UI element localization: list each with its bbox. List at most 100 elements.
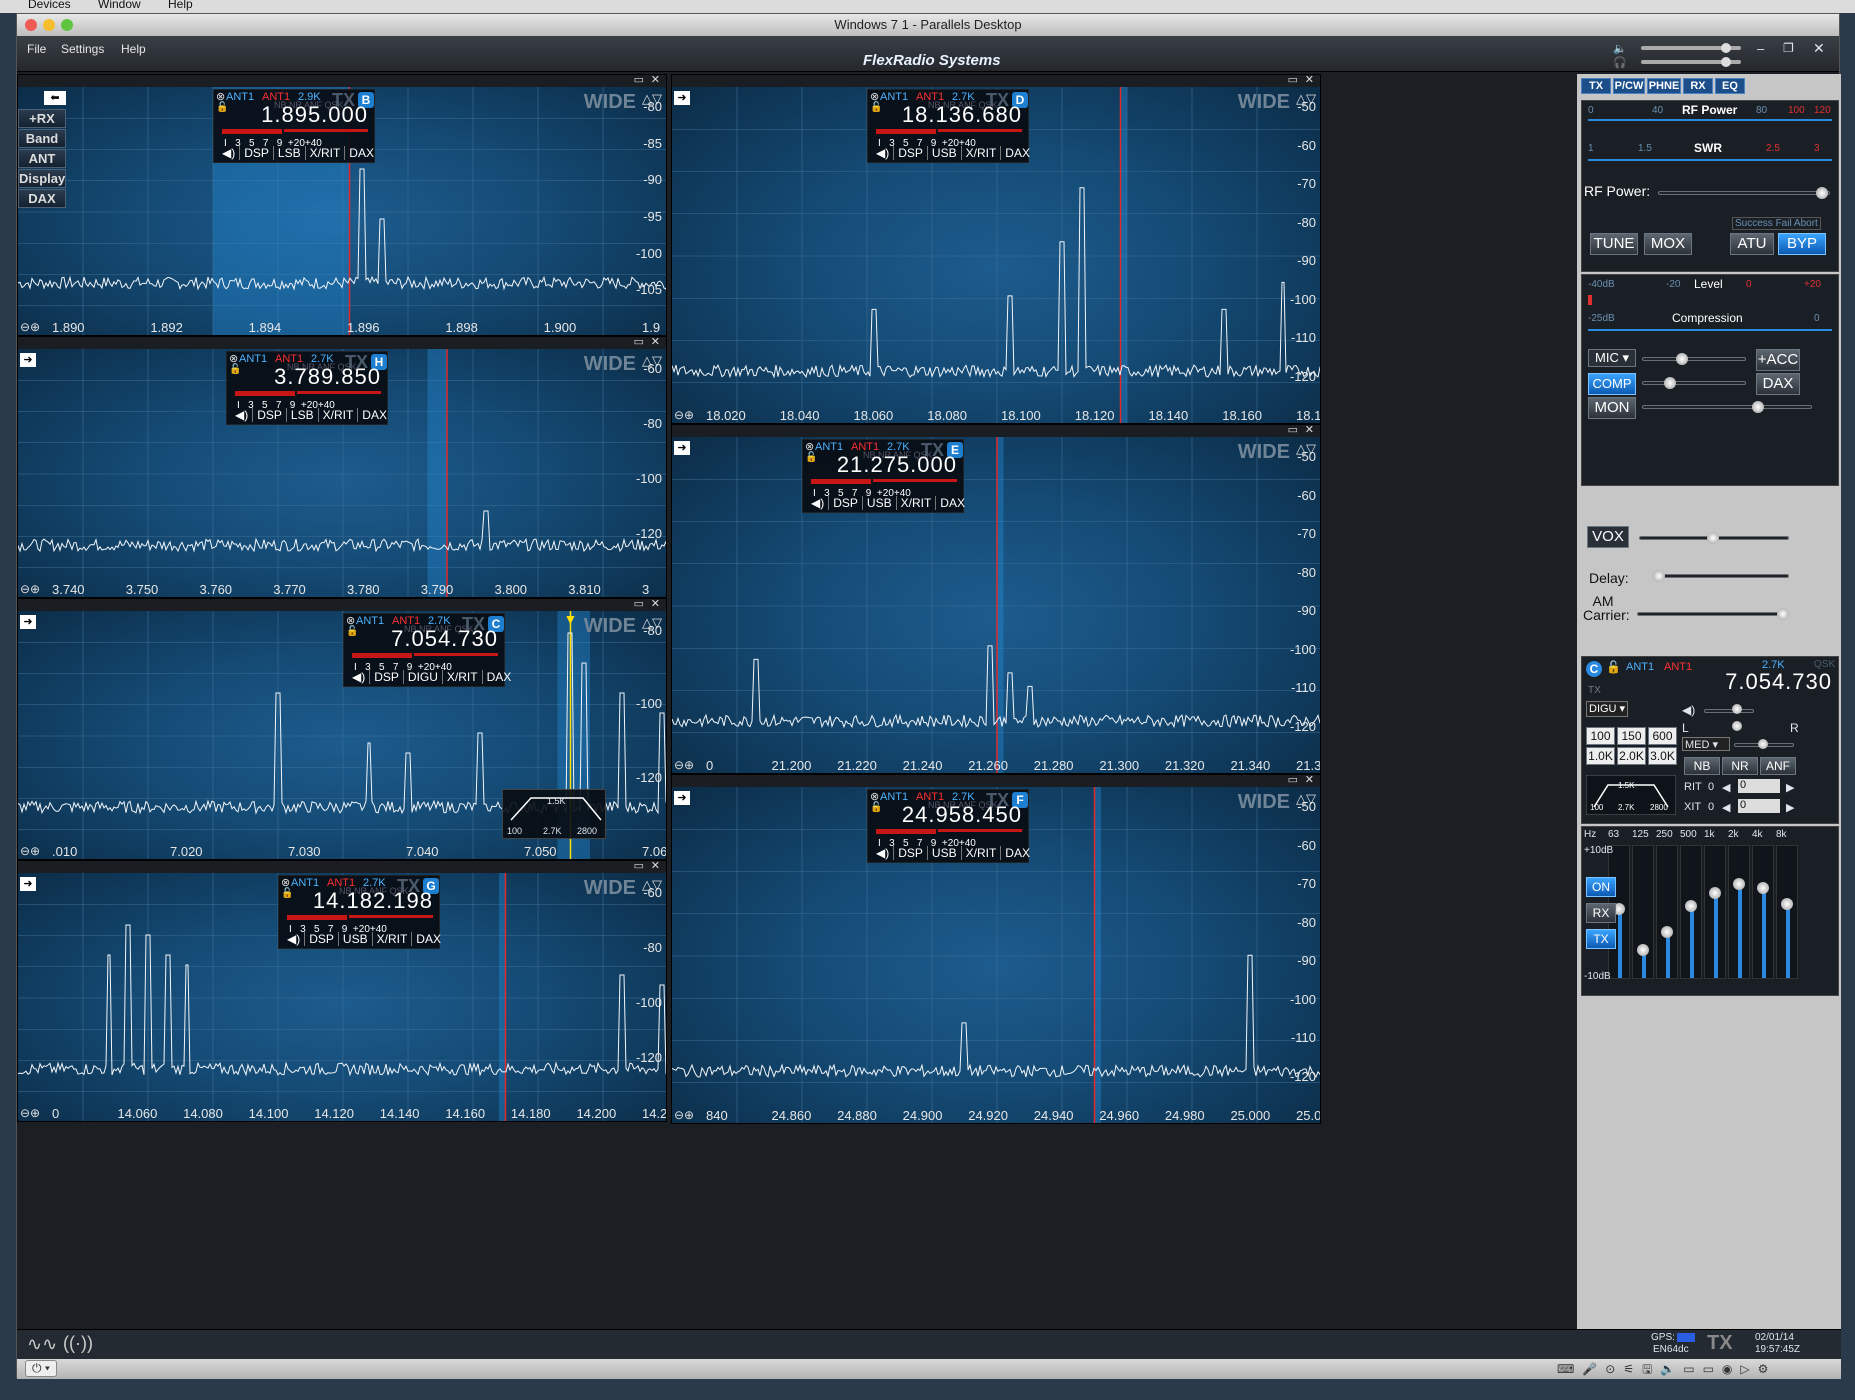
xrit-button[interactable]: X/RIT [371, 932, 412, 946]
atu-button[interactable]: ATU [1730, 233, 1774, 255]
panadapter-g[interactable]: ▭ ✕ WIDE △▽ ➜ -60 -80 -100 -120 0 14.060 14.080 14.1… [17, 860, 667, 1122]
zoom-icon[interactable]: ⊖⊕ [20, 320, 40, 334]
eq-slider-knob[interactable] [1733, 878, 1745, 890]
rit-up-icon[interactable]: ▶ [1786, 781, 1794, 794]
slice-tx-ant[interactable]: ANT1 [1664, 661, 1692, 673]
agc-select[interactable]: MED ▾ [1682, 737, 1730, 751]
mon-slider[interactable] [1642, 405, 1812, 409]
menu-help[interactable]: Help [121, 42, 146, 56]
maximize-icon[interactable]: ▭ [634, 599, 644, 610]
eq-on-button[interactable]: ON [1586, 877, 1616, 897]
slice-audio-knob[interactable] [1732, 704, 1742, 714]
slice-frequency[interactable]: 24.958.450 [902, 802, 1022, 828]
maximize-icon[interactable]: ▭ [1288, 75, 1298, 86]
left-button-band[interactable]: Band [18, 129, 66, 148]
zoom-icon[interactable]: ⊖⊕ [674, 1108, 694, 1122]
lock-icon[interactable]: 🔓 [805, 452, 817, 463]
slice-frequency[interactable]: 1.895.000 [261, 102, 368, 128]
eq-slider-4k[interactable] [1752, 845, 1774, 979]
dsp-button[interactable]: DSP [304, 932, 338, 946]
comp-slider-knob[interactable] [1664, 377, 1676, 389]
am-carrier-slider-knob[interactable] [1777, 608, 1789, 620]
zoom-icon[interactable]: ⊖⊕ [20, 1106, 40, 1120]
dax-button[interactable]: DAX [1000, 146, 1034, 160]
open-controls-icon[interactable]: ➜ [674, 441, 690, 455]
eq-slider-knob[interactable] [1685, 900, 1697, 912]
rx-antenna[interactable]: ANT1 [356, 615, 384, 627]
maximize-icon[interactable]: ▭ [634, 861, 644, 872]
mode-button[interactable]: USB [337, 932, 372, 946]
restore-icon[interactable]: ❐ [1783, 41, 1794, 55]
mac-menu-window[interactable]: Window [98, 0, 141, 11]
close-icon[interactable]: ✕ [1305, 425, 1314, 436]
eq-slider-knob[interactable] [1661, 926, 1673, 938]
zoom-icon[interactable]: ⊖⊕ [20, 582, 40, 596]
open-controls-icon[interactable]: ➜ [674, 91, 690, 105]
audio-icon[interactable]: ◀) [872, 146, 893, 160]
dax-button[interactable]: DAX [1000, 846, 1034, 860]
zoom-window-icon[interactable] [61, 19, 73, 31]
eq-slider-knob[interactable] [1637, 944, 1649, 956]
xit-offset-field[interactable]: 0 [1738, 799, 1780, 813]
rit-down-icon[interactable]: ◀ [1722, 781, 1730, 794]
filter-preset-button[interactable]: 3.0K [1648, 747, 1677, 765]
menu-settings[interactable]: Settings [61, 42, 104, 56]
xit-down-icon[interactable]: ◀ [1722, 801, 1730, 814]
mic-gain-slider[interactable] [1642, 357, 1746, 361]
slice-frequency[interactable]: 21.275.000 [837, 452, 957, 478]
panadapter-c[interactable]: ▭ ✕ WIDE △▽ ➜ -80 -100 -120.010 7.020 7.030 7.040 7… [17, 598, 667, 860]
lock-icon[interactable]: 🔓 [870, 102, 882, 113]
slice-frequency[interactable]: 14.182.198 [313, 888, 433, 914]
eq-slider-2k[interactable] [1728, 845, 1750, 979]
slice-flag-b[interactable]: ⊗ 🔓 ANT1 ANT1 2.9K NB NR ANF QSK TX B 1.895.000 I… [213, 89, 375, 163]
rx-antenna[interactable]: ANT1 [239, 353, 267, 365]
tune-button[interactable]: TUNE [1590, 233, 1638, 255]
tab-tx[interactable]: TX [1581, 78, 1611, 94]
audio-icon[interactable]: ◀) [218, 146, 239, 160]
zoom-icon[interactable]: ⊖⊕ [674, 758, 694, 772]
eq-slider-250[interactable] [1656, 845, 1678, 979]
minimize-window-icon[interactable] [43, 19, 55, 31]
rit-offset-field[interactable]: 0 [1738, 779, 1780, 793]
eq-slider-1k[interactable] [1704, 845, 1726, 979]
lock-icon[interactable]: 🔓 [229, 364, 241, 375]
xrit-button[interactable]: X/RIT [960, 146, 1001, 160]
delay-slider[interactable] [1655, 574, 1789, 578]
filter-shape-box[interactable]: 1.5K 100 2.7K 2800 [502, 789, 606, 839]
panadapter-e[interactable]: ▭ ✕ WIDE △▽ ➜ -50 -60 -70 -80 -90 -100 -110 -120 0 21.… [671, 424, 1321, 774]
slice-frequency[interactable]: 7.054.730 [1725, 669, 1832, 695]
slice-pan-knob[interactable] [1732, 721, 1742, 731]
audio-icon[interactable]: ◀) [872, 846, 893, 860]
vm-device-icons[interactable]: ⌨🎤⊙⚟🖫🔈▭▭◉▷⚙ [1557, 1360, 1776, 1381]
headphone-volume-knob[interactable] [1721, 57, 1731, 67]
xit-label[interactable]: XIT [1684, 801, 1701, 813]
slice-flag-g[interactable]: ⊗ 🔓 ANT1 ANT1 2.7K NB NR ANF QSK TX G 14.182.198… [278, 875, 441, 949]
audio-icon[interactable]: ◀) [807, 496, 828, 510]
tx-marker-icon[interactable]: ▼ [564, 611, 578, 627]
spectrum-display[interactable] [672, 437, 1321, 774]
lock-icon[interactable]: 🔓 [870, 802, 882, 813]
mac-menu-devices[interactable]: Devices [28, 0, 71, 11]
panadapter-d[interactable]: ▭ ✕ WIDE △▽ ➜ -50 -60 -70 -80 -90 -100 -110 -120 18.0… [671, 74, 1321, 424]
xrit-button[interactable]: X/RIT [960, 846, 1001, 860]
rx-antenna[interactable]: ANT1 [226, 91, 254, 103]
mode-button[interactable]: DIGU [402, 670, 442, 684]
left-button-dax[interactable]: DAX [18, 189, 66, 208]
left-button-display[interactable]: Display [18, 169, 66, 188]
close-icon[interactable]: ✕ [651, 337, 660, 348]
nr-button[interactable]: NR [1722, 757, 1758, 775]
network-icon[interactable]: ((·)) [63, 1333, 93, 1354]
eq-slider-125[interactable] [1632, 845, 1654, 979]
close-icon[interactable]: ✕ [651, 75, 660, 86]
close-icon[interactable]: ✕ [1813, 40, 1825, 57]
audio-icon[interactable]: ◀) [348, 670, 369, 684]
panadapter-h[interactable]: ▭ ✕ WIDE △▽ ➜ -60 -80 -100 -120 3.740 3.750 3.760 3.… [17, 336, 667, 598]
panadapter-b[interactable]: ▭ ✕ WIDE △▽ ⬅ +RX Band ANT Display DAX -80 -85 -90 -9… [17, 74, 667, 336]
anf-button[interactable]: ANF [1760, 757, 1796, 775]
eq-slider-knob[interactable] [1757, 882, 1769, 894]
lock-icon[interactable]: 🔓 [281, 888, 293, 899]
close-icon[interactable]: ✕ [1305, 75, 1314, 86]
lock-icon[interactable]: 🔓 [346, 626, 358, 637]
tab-phne[interactable]: PHNE [1647, 78, 1681, 94]
close-icon[interactable]: ✕ [1305, 775, 1314, 786]
